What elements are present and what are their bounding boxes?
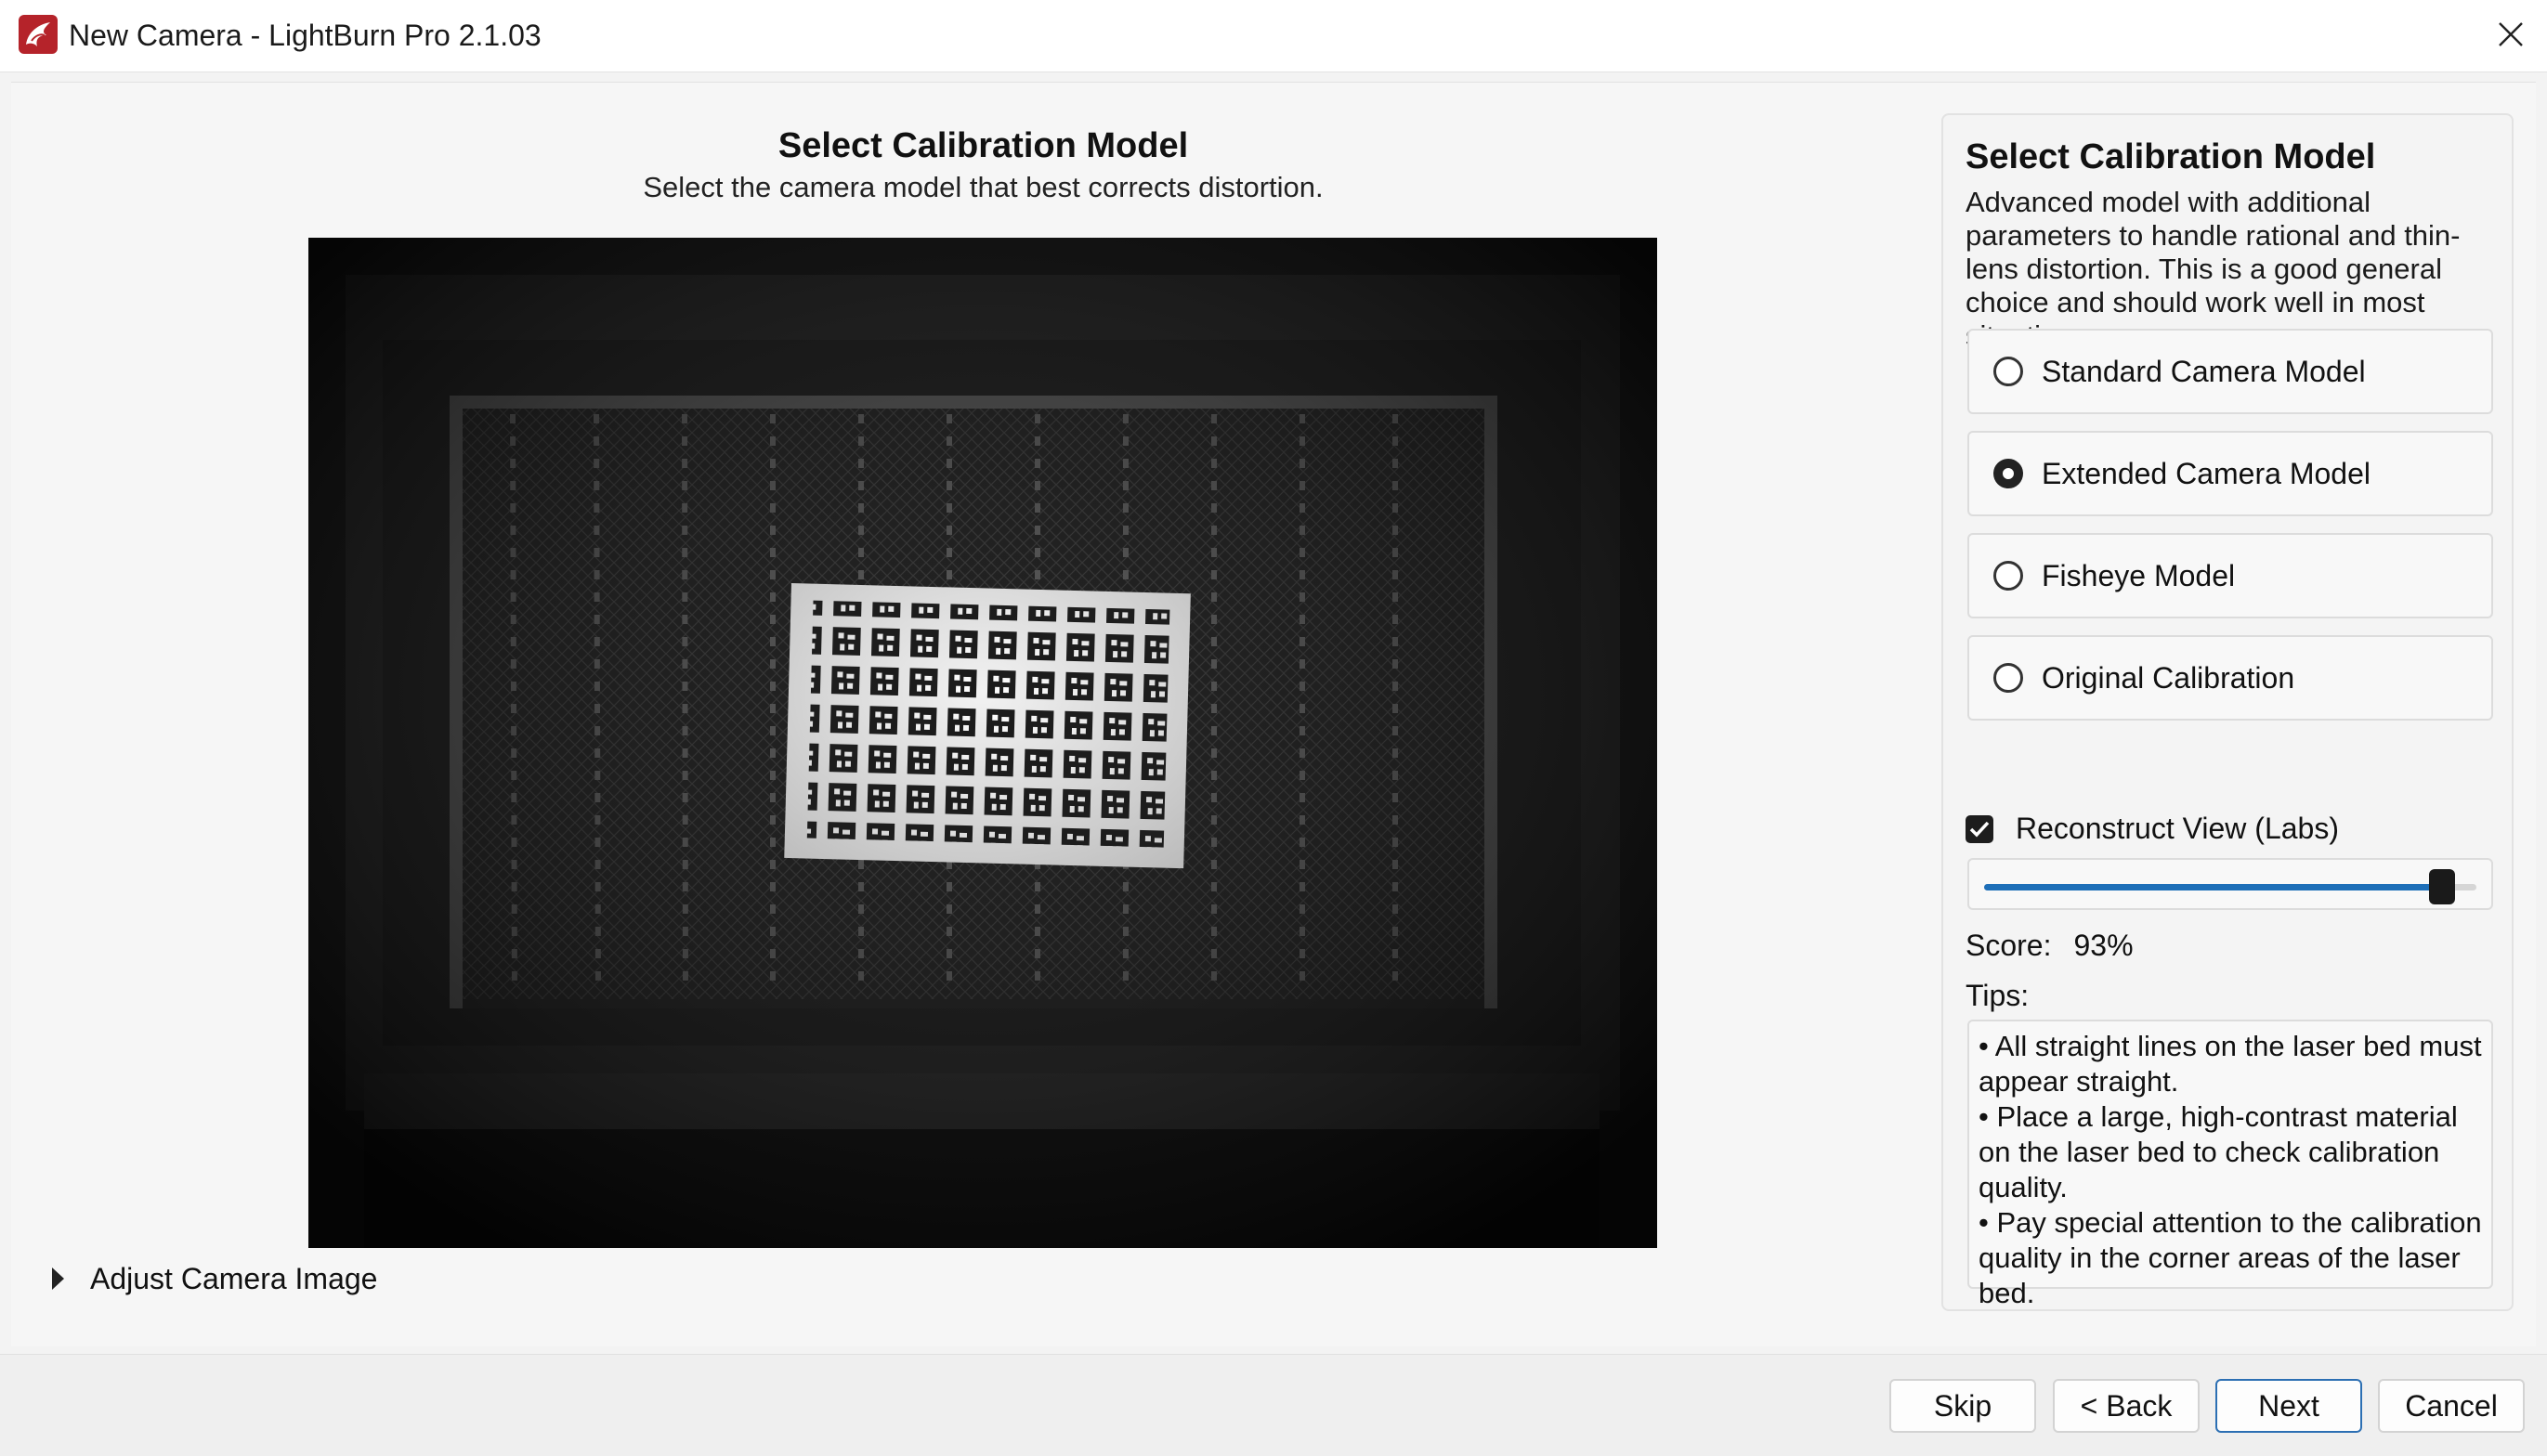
next-button[interactable]: Next [2215, 1379, 2362, 1433]
option-original-calibration[interactable]: Original Calibration [1967, 635, 2493, 721]
title-bar: New Camera - LightBurn Pro 2.1.03 [0, 0, 2547, 72]
option-fisheye-model[interactable]: Fisheye Model [1967, 533, 2493, 618]
close-button[interactable] [2473, 0, 2547, 72]
option-extended-camera-model[interactable]: Extended Camera Model [1967, 431, 2493, 516]
score-row: Score: 93% [1966, 929, 2134, 963]
reconstruct-view-row[interactable]: Reconstruct View (Labs) [1966, 812, 2339, 846]
page-subtitle: Select the camera model that best correc… [643, 171, 1324, 203]
slider-thumb[interactable] [2428, 869, 2455, 904]
adjust-camera-image-toggle[interactable]: Adjust Camera Image [52, 1255, 377, 1302]
tips-box: • All straight lines on the laser bed mu… [1967, 1020, 2493, 1309]
tips-label: Tips: [1966, 979, 2030, 1012]
tip-item: • Place a large, high-contrast material … [1979, 1100, 2458, 1203]
cancel-button[interactable]: Cancel [2378, 1379, 2525, 1433]
page-title: Select Calibration Model [777, 126, 1189, 165]
option-label: Extended Camera Model [2042, 456, 2371, 490]
adjust-camera-image-label: Adjust Camera Image [90, 1261, 378, 1295]
option-label: Original Calibration [2042, 660, 2295, 695]
option-label: Fisheye Model [2042, 558, 2236, 592]
lightburn-app-icon [19, 15, 58, 54]
radio-button[interactable] [1993, 561, 2023, 591]
close-icon [2499, 22, 2523, 46]
reconstruct-view-checkbox[interactable] [1966, 814, 1993, 843]
slider-fill [1984, 884, 2442, 890]
wizard-footer: Skip < Back Next Cancel [0, 1354, 2547, 1456]
reconstruct-slider[interactable] [1967, 858, 2493, 910]
score-value: 93% [2073, 929, 2134, 962]
back-button[interactable]: < Back [2053, 1379, 2200, 1433]
radio-button[interactable] [1993, 357, 2023, 386]
reconstruct-view-label: Reconstruct View (Labs) [2016, 812, 2339, 845]
window-title: New Camera - LightBurn Pro 2.1.03 [69, 19, 542, 52]
skip-button[interactable]: Skip [1889, 1379, 2036, 1433]
radio-button[interactable] [1993, 663, 2023, 693]
calibration-model-panel: Select Calibration Model Advanced model … [1941, 113, 2514, 1311]
radio-button-selected[interactable] [1993, 459, 2023, 488]
camera-preview-image [308, 238, 1657, 1248]
panel-description: Advanced model with additional parameter… [1966, 186, 2461, 352]
score-label: Score: [1966, 929, 2052, 962]
expand-triangle-icon [52, 1268, 64, 1290]
checkmark-icon [1969, 821, 1990, 838]
tip-item: • Pay special attention to the calibrati… [1979, 1206, 2482, 1309]
option-standard-camera-model[interactable]: Standard Camera Model [1967, 329, 2493, 414]
tip-item: • All straight lines on the laser bed mu… [1979, 1030, 2482, 1098]
option-label: Standard Camera Model [2042, 354, 2366, 388]
panel-title: Select Calibration Model [1966, 137, 2376, 176]
